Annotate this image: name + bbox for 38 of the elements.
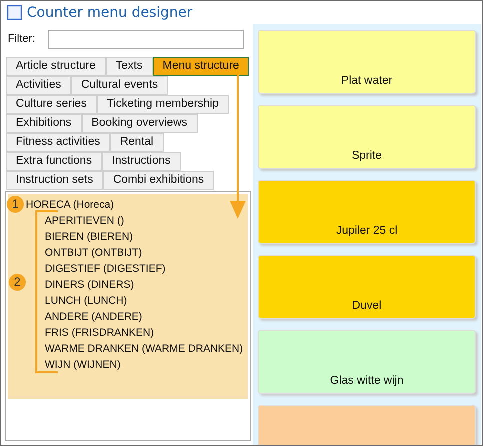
tab[interactable]: Culture series: [6, 95, 97, 114]
tree-item[interactable]: ONTBIJT (ONTBIJT): [45, 245, 142, 261]
tab[interactable]: Exhibitions: [6, 114, 82, 133]
tree-item[interactable]: DINERS (DINERS): [45, 277, 134, 293]
window-title: Counter menu designer: [27, 4, 193, 20]
tab[interactable]: Instructions: [102, 152, 181, 171]
filter-label: Filter:: [8, 33, 36, 45]
tree-item[interactable]: APERITIEVEN (): [45, 213, 124, 229]
tile-label: Glas witte wijn: [330, 375, 404, 387]
tree-item[interactable]: WIJN (WIJNEN): [45, 357, 121, 373]
tile-label: Sprite: [352, 150, 382, 162]
menu-tile[interactable]: Plat water: [258, 30, 476, 94]
tile-label: Jupiler 25 cl: [336, 225, 398, 237]
tab[interactable]: Menu structure: [152, 57, 250, 76]
tab[interactable]: Fitness activities: [6, 133, 110, 152]
tab[interactable]: Article structure: [6, 57, 106, 76]
tab[interactable]: Combi exhibitions: [103, 171, 214, 190]
tree-item[interactable]: LUNCH (LUNCH): [45, 293, 128, 309]
tab[interactable]: Booking overviews: [82, 114, 198, 133]
tree-item[interactable]: WARME DRANKEN (WARME DRANKEN): [45, 341, 244, 357]
menu-tile[interactable]: Duvel: [258, 255, 476, 319]
tab[interactable]: Activities: [6, 76, 72, 95]
tree-item[interactable]: HORECA (Horeca): [26, 197, 114, 213]
tree-item[interactable]: ANDERE (ANDERE): [45, 309, 142, 325]
tab[interactable]: Extra functions: [6, 152, 102, 171]
tree-item[interactable]: BIEREN (BIEREN): [45, 229, 134, 245]
tab[interactable]: Texts: [106, 57, 153, 76]
tab[interactable]: Cultural events: [71, 76, 168, 95]
tile-label: Duvel: [352, 300, 382, 312]
menu-tile[interactable]: Glas witte wijn: [258, 330, 476, 394]
tab[interactable]: Ticketing membership: [96, 95, 230, 114]
tile-label: Plat water: [341, 75, 393, 87]
tab[interactable]: Instruction sets: [6, 171, 104, 190]
tree-item[interactable]: FRIS (FRISDRANKEN): [45, 325, 154, 341]
tab[interactable]: Rental: [110, 133, 164, 152]
menu-tile[interactable]: Sprite: [258, 105, 476, 169]
tree-item[interactable]: DIGESTIEF (DIGESTIEF): [45, 261, 166, 277]
menu-tile[interactable]: Jupiler 25 cl: [258, 180, 476, 244]
